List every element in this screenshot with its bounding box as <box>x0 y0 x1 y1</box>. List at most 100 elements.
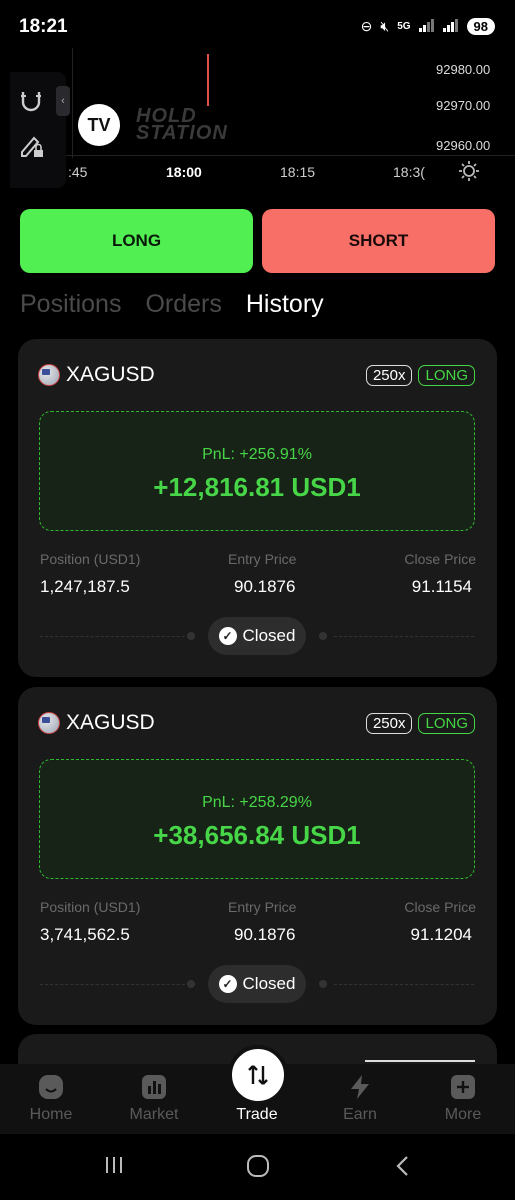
nav-label: Earn <box>343 1106 377 1123</box>
swap-icon <box>248 1065 268 1085</box>
leverage-badge: 250x <box>365 365 413 386</box>
x-tick: 18:00 <box>166 164 202 180</box>
signal-icon <box>418 18 435 35</box>
side-badge: LONG <box>418 713 475 734</box>
position-label: Position (USD1) <box>40 551 141 567</box>
x-tick: 18:3( <box>393 164 425 180</box>
entry-price-value: 90.1876 <box>234 577 296 596</box>
price-chart[interactable]: ‹ TV HOLD STATION 92980.00 92970.00 9296… <box>0 48 515 198</box>
status-icons: ⊖ 🔇︎ 5G 98 <box>361 18 495 35</box>
entry-price-label: Entry Price <box>228 551 297 567</box>
divider <box>334 984 474 985</box>
x-tick: 18:15 <box>280 164 316 180</box>
pnl-box: PnL: +258.29% +38,656.84 USD1 <box>39 759 475 879</box>
home-button-icon[interactable] <box>246 1154 270 1185</box>
side-badge: LONG <box>418 365 475 386</box>
pnl-box: PnL: +256.91% +12,816.81 USD1 <box>39 411 475 531</box>
nav-label: More <box>444 1106 482 1123</box>
draw-lock-icon[interactable] <box>18 132 46 166</box>
card-badges: 250x LONG <box>365 713 475 734</box>
status-badge: ✓ Closed <box>208 965 306 1003</box>
magnet-icon[interactable] <box>18 88 44 120</box>
close-price-label: Close Price <box>404 899 476 915</box>
nav-market[interactable]: Market <box>114 1074 194 1124</box>
history-tabs: Positions Orders History <box>20 290 324 319</box>
divider-dot <box>319 632 327 640</box>
close-price-label: Close Price <box>404 551 476 567</box>
nav-label: Market <box>129 1106 179 1123</box>
check-icon: ✓ <box>218 975 237 993</box>
history-card[interactable]: XAGUSD 250x LONG PnL: +258.29% +38,656.8… <box>18 687 497 1025</box>
chart-axis-line <box>66 155 515 156</box>
close-price-value: 91.1204 <box>410 925 472 944</box>
symbol: XAGUSD <box>66 363 155 386</box>
nav-earn[interactable]: Earn <box>320 1074 400 1124</box>
signal-icon-2 <box>442 18 459 35</box>
position-value: 3,741,562.5 <box>40 925 130 944</box>
chart-left-edge <box>72 48 73 158</box>
x-tick: :45 <box>68 164 88 180</box>
price-candle <box>207 54 209 106</box>
tab-history[interactable]: History <box>246 290 324 319</box>
divider-dot <box>319 980 327 988</box>
mute-icon: 🔇︎ <box>380 18 390 34</box>
short-button[interactable]: SHORT <box>262 209 495 273</box>
home-icon <box>11 1074 91 1100</box>
battery-indicator: 98 <box>466 18 495 35</box>
symbol: XAGUSD <box>66 711 155 734</box>
position-stats: Position (USD1) 1,247,187.5 Entry Price … <box>40 551 476 601</box>
bolt-icon <box>320 1074 400 1100</box>
y-tick: 92970.00 <box>436 98 491 113</box>
network-type: 5G <box>397 21 411 32</box>
us-flag-icon <box>38 712 60 734</box>
pnl-amount: +38,656.84 USD1 <box>153 820 361 850</box>
us-flag-icon <box>38 364 60 386</box>
y-tick: 92960.00 <box>436 138 491 153</box>
status-text: Closed <box>242 626 296 645</box>
recents-icon[interactable] <box>103 1154 125 1183</box>
system-nav-bar <box>0 1134 515 1200</box>
holdstation-watermark: HOLD STATION <box>136 106 228 144</box>
back-icon[interactable] <box>393 1154 411 1185</box>
trade-fab-button[interactable] <box>228 1045 288 1105</box>
divider-dot <box>187 980 195 988</box>
nav-more[interactable]: More <box>423 1074 503 1124</box>
entry-price-label: Entry Price <box>228 899 297 915</box>
nav-home[interactable]: Home <box>11 1074 91 1124</box>
watermark-line2: STATION <box>136 122 228 144</box>
card-header: XAGUSD <box>38 711 155 735</box>
chart-icon <box>114 1074 194 1100</box>
tradingview-logo: TV <box>78 104 120 146</box>
pnl-percent: PnL: +258.29% <box>202 794 312 811</box>
divider <box>40 984 195 985</box>
tab-positions[interactable]: Positions <box>20 290 121 319</box>
position-stats: Position (USD1) 3,741,562.5 Entry Price … <box>40 899 476 949</box>
pnl-amount: +12,816.81 USD1 <box>153 472 361 502</box>
plus-icon <box>423 1074 503 1100</box>
card-badges: 250x LONG <box>365 365 475 386</box>
y-tick: 92980.00 <box>436 62 491 77</box>
status-text: Closed <box>242 974 296 993</box>
chart-settings-icon[interactable] <box>458 160 480 188</box>
collapse-toolbar-button[interactable]: ‹ <box>56 86 70 116</box>
position-value: 1,247,187.5 <box>40 577 130 596</box>
long-button[interactable]: LONG <box>20 209 253 273</box>
status-time: 18:21 <box>19 16 68 37</box>
close-price-value: 91.1154 <box>411 577 472 596</box>
tab-orders[interactable]: Orders <box>145 290 221 319</box>
history-card[interactable]: XAGUSD 250x LONG PnL: +256.91% +12,816.8… <box>18 339 497 677</box>
entry-price-value: 90.1876 <box>234 925 296 944</box>
position-label: Position (USD1) <box>40 899 141 915</box>
do-not-disturb-icon: ⊖ <box>360 18 373 34</box>
divider-dot <box>187 632 195 640</box>
check-icon: ✓ <box>218 627 237 645</box>
nav-label: Home <box>29 1106 73 1123</box>
divider <box>40 636 195 637</box>
pnl-percent: PnL: +256.91% <box>202 446 312 463</box>
leverage-badge: 250x <box>365 713 413 734</box>
nav-label: Trade <box>236 1106 278 1123</box>
divider <box>334 636 474 637</box>
status-badge: ✓ Closed <box>208 617 306 655</box>
card-header: XAGUSD <box>38 363 155 387</box>
x-axis: :45 18:00 18:15 18:3( <box>66 164 515 184</box>
